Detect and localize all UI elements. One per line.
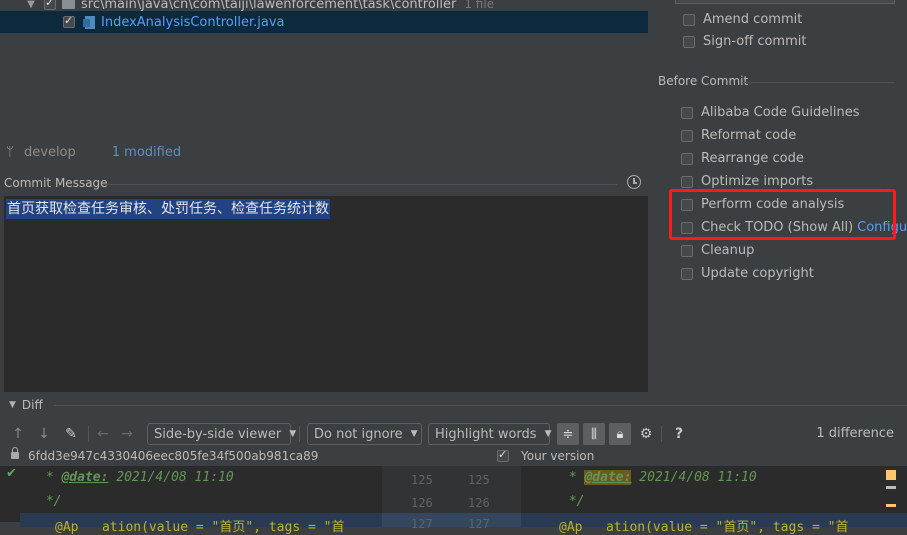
viewer-mode-dropdown[interactable]: Side-by-side viewer ▼ <box>147 423 296 445</box>
reformat-code-checkbox[interactable] <box>681 129 693 142</box>
sync-scroll-icon[interactable]: ⫼ <box>583 423 605 445</box>
tree-row-file[interactable]: IndexAnalysisController.java <box>0 11 648 33</box>
line-number: 125 <box>411 473 433 487</box>
forward-arrow-icon[interactable]: → <box>118 422 136 446</box>
changed-line-highlight <box>382 513 521 527</box>
line-number: 125 <box>468 473 490 487</box>
lock-toggle-icon[interactable]: 🔒︎ <box>609 423 631 445</box>
cleanup-checkbox[interactable] <box>681 244 693 257</box>
changes-tree: ▼ src\main\java\cn\com\taiji\lawenforcem… <box>0 0 648 140</box>
chevron-down-icon: ▼ <box>544 429 552 439</box>
signoff-commit-checkbox[interactable] <box>683 35 695 48</box>
ignore-value: Do not ignore <box>314 426 403 442</box>
rearrange-code-checkbox[interactable] <box>681 152 693 165</box>
folder-checkbox[interactable] <box>44 0 56 10</box>
folder-path: src\main\java\cn\com\taiji\lawenforcemen… <box>81 0 457 12</box>
signoff-commit-option[interactable]: Sign-off commit <box>683 34 806 49</box>
toolbar-separator <box>88 426 89 442</box>
alibaba-guidelines-checkbox[interactable] <box>681 106 693 119</box>
code-line-right-2: */ <box>561 494 585 509</box>
divider <box>54 405 907 406</box>
difference-count: 1 difference <box>816 426 894 441</box>
line-number-gutter: 125 125 126 126 127 127 <box>382 466 521 531</box>
chevron-down-icon[interactable]: ▼ <box>24 0 38 10</box>
right-code-pane[interactable]: * @date: 2021/4/08 11:10 */ @Ap ation(va… <box>521 466 907 535</box>
your-version-checkbox[interactable] <box>497 448 509 462</box>
scroll-marker <box>886 486 896 489</box>
diff-label: Diff <box>21 398 43 412</box>
help-icon[interactable]: ? <box>670 422 688 446</box>
branch-name[interactable]: develop <box>24 145 76 160</box>
file-name: IndexAnalysisController.java <box>101 14 285 30</box>
left-revision-hash: 6fdd3e947c4330406eec805fe34f500ab981ca89 <box>28 449 319 463</box>
optimize-imports-label: Optimize imports <box>701 174 814 189</box>
update-copyright-option[interactable]: Update copyright <box>681 266 814 281</box>
rearrange-code-label: Rearrange code <box>701 151 804 166</box>
check-icon: ✔ <box>6 466 17 481</box>
optimize-imports-checkbox[interactable] <box>681 175 693 188</box>
collapse-unchanged-icon[interactable]: ≑ <box>557 423 579 445</box>
change-marker[interactable] <box>886 470 896 480</box>
reformat-code-option[interactable]: Reformat code <box>681 128 796 143</box>
branch-icon: ᛘ <box>6 144 14 160</box>
divider <box>102 184 617 185</box>
code-line-right-3: @Ap ation(value = "首页", tags = "首 <box>559 520 849 535</box>
amend-commit-checkbox[interactable] <box>683 13 695 26</box>
diff-toolbar: ↑ ↓ ✎ ← → Side-by-side viewer ▼ Do not i… <box>0 422 907 448</box>
divider <box>742 82 895 83</box>
modified-count[interactable]: 1 modified <box>112 145 181 160</box>
code-line-right-1: * @date: 2021/4/08 11:10 <box>561 470 757 485</box>
next-difference-icon[interactable]: ↓ <box>36 422 52 446</box>
code-line-left-2: */ <box>38 494 62 509</box>
commit-message-editor[interactable]: 首页获取检查任务审核、处罚任务、检查任务统计数 <box>4 196 648 392</box>
previous-difference-icon[interactable]: ↑ <box>10 422 26 446</box>
line-number: 127 <box>411 517 433 531</box>
right-revision-title: Your version <box>521 449 595 463</box>
gear-icon[interactable]: ⚙ <box>636 422 656 446</box>
ignore-dropdown[interactable]: Do not ignore ▼ <box>307 423 422 445</box>
highlight-annotation-box <box>669 189 896 240</box>
line-number: 127 <box>468 517 490 531</box>
cleanup-option[interactable]: Cleanup <box>681 243 754 258</box>
commit-message-label: Commit Message <box>4 176 108 190</box>
highlight-dropdown[interactable]: Highlight words ▼ <box>428 423 552 445</box>
alibaba-guidelines-option[interactable]: Alibaba Code Guidelines <box>681 105 860 120</box>
highlight-value: Highlight words <box>435 426 537 442</box>
back-arrow-icon[interactable]: ← <box>94 422 112 446</box>
commit-message-text: 首页获取检查任务审核、处罚任务、检查任务统计数 <box>6 199 330 219</box>
file-checkbox[interactable] <box>63 14 75 28</box>
optimize-imports-option[interactable]: Optimize imports <box>681 174 813 189</box>
change-marker[interactable] <box>886 504 896 507</box>
chevron-down-icon: ▼ <box>410 429 418 439</box>
amend-commit-option[interactable]: Amend commit <box>683 12 802 27</box>
folder-file-count: 1 file <box>464 0 495 11</box>
cleanup-label: Cleanup <box>701 243 755 258</box>
rearrange-code-option[interactable]: Rearrange code <box>681 151 804 166</box>
toolbar-separator <box>661 426 662 442</box>
collapse-triangle-icon[interactable]: ▼ <box>9 400 16 410</box>
reformat-code-label: Reformat code <box>701 128 797 143</box>
left-code-pane[interactable]: * @date: 2021/4/08 11:10 */ @Ap ation(va… <box>0 466 382 535</box>
author-field[interactable] <box>675 0 895 4</box>
branch-bar: ᛘ develop 1 modified <box>0 140 648 164</box>
toolbar-separator <box>299 426 300 442</box>
code-line-left-3: @Ap ation(value = "首页", tags = "首 <box>55 520 345 535</box>
alibaba-guidelines-label: Alibaba Code Guidelines <box>701 105 860 120</box>
signoff-commit-label: Sign-off commit <box>703 34 807 49</box>
lock-icon <box>11 447 19 459</box>
history-clock-icon[interactable] <box>627 175 641 189</box>
amend-commit-label: Amend commit <box>703 12 803 27</box>
viewer-mode-value: Side-by-side viewer <box>154 426 282 442</box>
update-copyright-checkbox[interactable] <box>681 267 693 280</box>
update-copyright-label: Update copyright <box>701 266 814 281</box>
before-commit-label: Before Commit <box>658 74 749 88</box>
code-line-left-1: * @date: 2021/4/08 11:10 <box>38 470 234 485</box>
folder-icon <box>62 0 75 9</box>
line-number: 126 <box>411 496 433 510</box>
line-number: 126 <box>468 496 490 510</box>
chevron-down-icon: ▼ <box>289 429 297 439</box>
java-class-icon <box>83 15 95 29</box>
edit-pencil-icon[interactable]: ✎ <box>62 422 80 446</box>
